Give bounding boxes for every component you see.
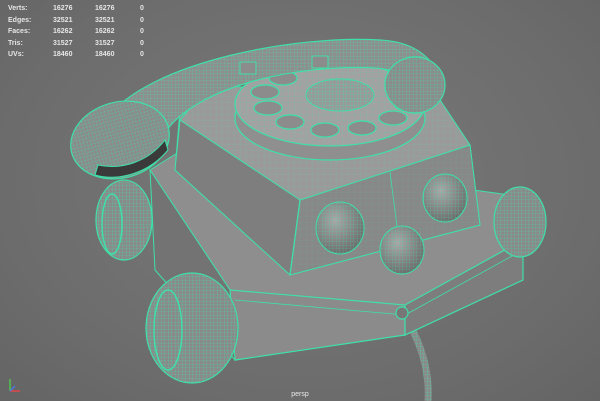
- hud-value: 18460: [95, 51, 115, 58]
- wheel-back-left: [95, 179, 153, 261]
- hud-value: 31527: [53, 39, 73, 47]
- hud-value: 0: [140, 51, 144, 58]
- poly-count-hud: Verts: 16276 16276 0 Edges: 32521 32521 …: [8, 3, 160, 61]
- hud-label: Edges:: [8, 16, 32, 24]
- hud-value: 0: [140, 39, 144, 47]
- hud-label: Tris:: [8, 39, 23, 47]
- hud-value: 16276: [95, 5, 115, 12]
- hud-value: 0: [140, 16, 144, 24]
- camera-name-label: persp: [291, 391, 309, 398]
- hud-value: 16262: [53, 28, 73, 35]
- maya-viewport[interactable]: Verts: 16276 16276 0 Edges: 32521 32521 …: [0, 0, 600, 401]
- hud-label: UVs:: [8, 51, 24, 58]
- wheel-back-right: [493, 186, 547, 258]
- wheel-front-left: [145, 272, 239, 384]
- hud-value: 16262: [95, 28, 115, 35]
- hud-value: 16276: [53, 5, 73, 12]
- hud-value: 18460: [53, 51, 73, 58]
- hud-row-faces: Faces: 16262 16262 0: [8, 26, 160, 38]
- hud-value: 0: [140, 28, 144, 35]
- knob-center: [379, 225, 425, 275]
- hud-row-uvs: UVs: 18460 18460 0: [8, 49, 160, 61]
- knob-left: [315, 201, 365, 255]
- knob-right: [422, 173, 468, 223]
- hud-label: Faces:: [8, 28, 31, 35]
- hud-row-edges: Edges: 32521 32521 0: [8, 15, 160, 27]
- hud-row-verts: Verts: 16276 16276 0: [8, 3, 160, 15]
- hud-row-tris: Tris: 31527 31527 0: [8, 38, 160, 50]
- hud-value: 31527: [95, 39, 115, 47]
- hud-value: 0: [140, 5, 144, 12]
- hud-value: 32521: [95, 16, 115, 24]
- hud-label: Verts:: [8, 5, 28, 12]
- hud-value: 32521: [53, 16, 73, 24]
